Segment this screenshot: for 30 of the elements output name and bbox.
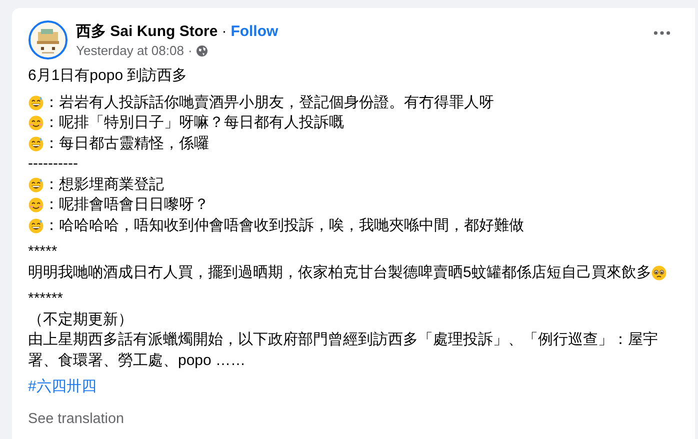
post-text: （不定期更新） xyxy=(28,310,133,330)
post-text: ：岩岩有人投訴話你哋賣酒畀小朋友，登記個身份證。有冇得罪人呀 xyxy=(44,92,494,112)
post-text: ：每日都古靈精怪，係囉 xyxy=(44,134,209,154)
see-translation-link[interactable]: See translation xyxy=(28,410,124,426)
follow-link[interactable]: Follow xyxy=(230,23,278,40)
post-text: 6月1日有popo 到訪西多 xyxy=(28,66,188,86)
post-text: ****** xyxy=(28,289,64,309)
grinning-sweat-face-icon xyxy=(28,176,44,193)
separator-dot: · xyxy=(222,23,227,40)
smiling-face-icon xyxy=(28,197,44,214)
separator-dot: · xyxy=(188,43,192,58)
post-text: 明明我哋啲酒成日冇人買，擺到過晒期，依家柏克甘台製德啤賣晒5蚊罐都係店短自己買來飲多 xyxy=(28,262,652,282)
grinning-sweat-face-icon xyxy=(28,218,44,234)
hashtag-link[interactable]: #六四卅四 xyxy=(28,378,96,395)
globe-icon xyxy=(196,44,208,56)
post-text: 由上星期西多話有派蠟燭開始，以下政府部門曾經到訪西多「處理投訴」、「例行巡查」：屋宇署、食環署、勞工處、popo …… xyxy=(28,330,659,370)
post-text: ：想影埋商業登記 xyxy=(44,174,164,194)
post-text: ***** xyxy=(28,242,58,262)
teary-face-icon xyxy=(651,264,668,281)
smiling-face-icon xyxy=(28,115,44,132)
grinning-sweat-face-icon xyxy=(28,136,44,152)
post-time-link[interactable]: Yesterday at 08:08 xyxy=(76,43,184,58)
post-text: ：呢排「特別日子」呀嘛？每日都有人投訴嘅 xyxy=(44,113,344,133)
more-options-icon[interactable] xyxy=(653,30,671,36)
post-text: ---------- xyxy=(28,154,78,174)
page-name-link[interactable]: 西多 Sai Kung Store xyxy=(76,22,218,41)
post-text: ：呢排會唔會日日嚟呀？ xyxy=(44,195,209,215)
store-logo-icon[interactable] xyxy=(28,20,68,60)
post-text: ：哈哈哈哈，唔知收到仲會唔會收到投訴，唉，我哋夾喺中間，都好難做 xyxy=(44,216,524,236)
grinning-sweat-face-icon xyxy=(28,94,44,111)
